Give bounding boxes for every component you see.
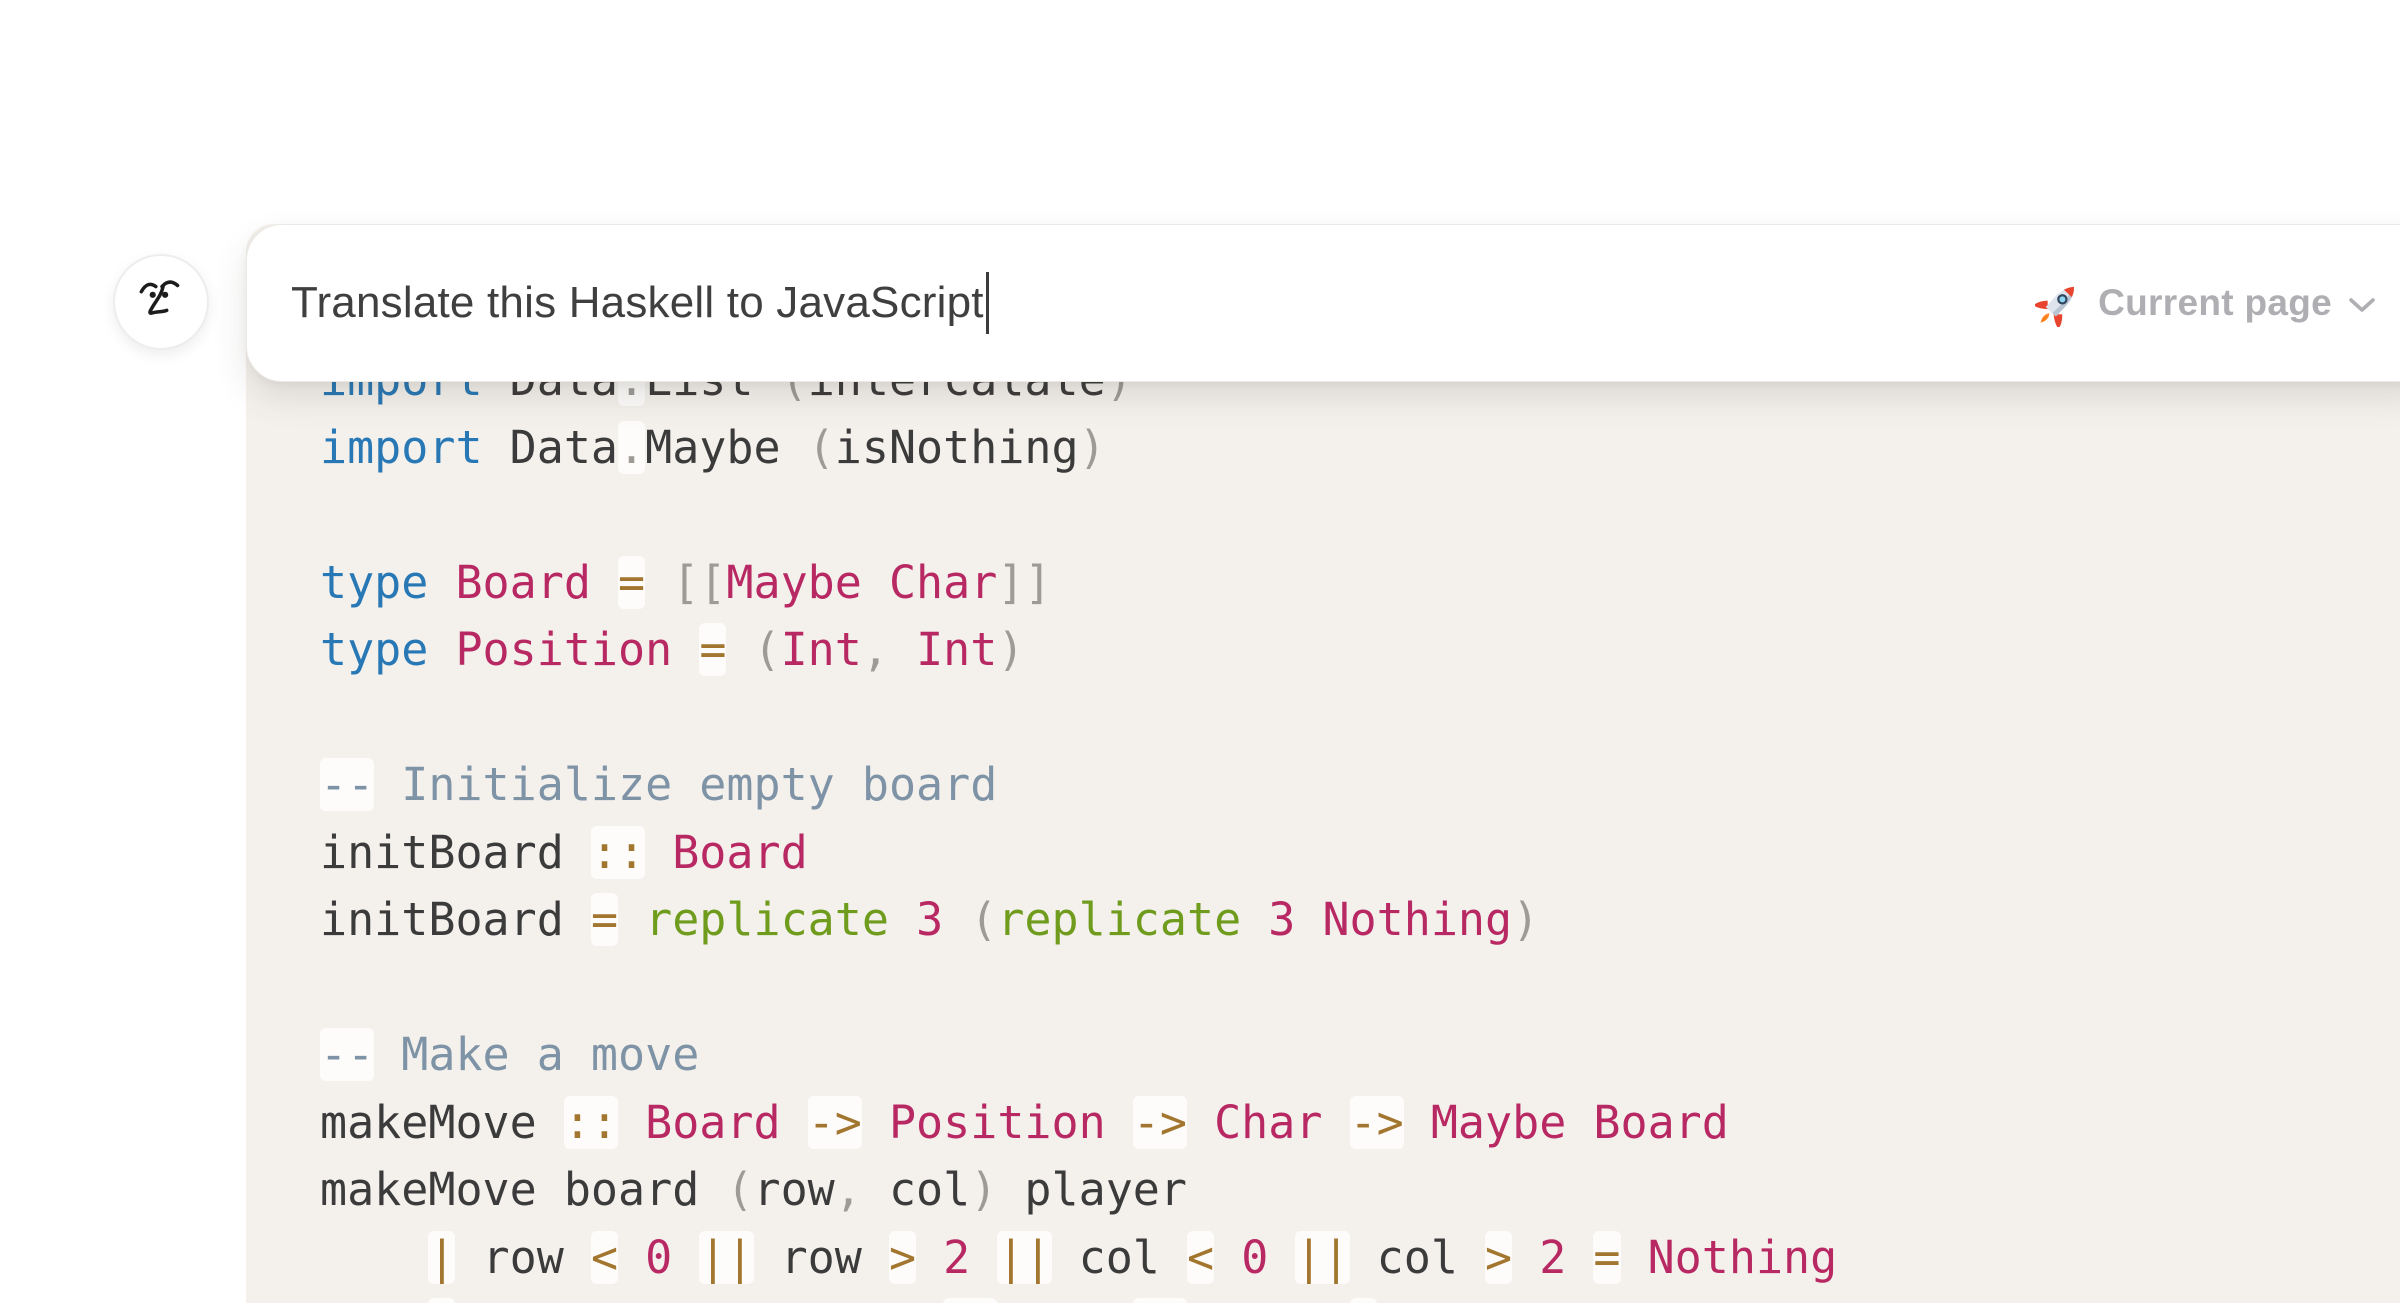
code-line: type Board = [[Maybe Char]] [320, 549, 1837, 617]
code-line: makeMove board (row, col) player [320, 1156, 1837, 1224]
assistant-logo-button[interactable] [113, 254, 209, 350]
code-line [320, 684, 1837, 752]
code-line: import Data.Maybe (isNothing) [320, 414, 1837, 482]
code-line: | row < 0 || row > 2 || col < 0 || col >… [320, 1224, 1837, 1292]
context-selector[interactable]: Current page [2035, 225, 2377, 381]
code-line: -- Initialize empty board [320, 751, 1837, 819]
context-selector-label: Current page [2098, 282, 2332, 324]
page-content-panel: import Data.List (intercalate)import Dat… [246, 224, 2400, 1303]
code-block: import Data.List (intercalate)import Dat… [320, 346, 1837, 1303]
code-line: initBoard :: Board [320, 819, 1837, 887]
text-caret [986, 272, 989, 334]
prompt-input[interactable]: Translate this Haskell to JavaScript [291, 225, 989, 381]
code-line: type Position = (Int, Int) [320, 616, 1837, 684]
squiggle-face-logo-icon [132, 271, 190, 334]
code-line: | isNothing (board !! row !! col) = Just… [320, 1291, 1837, 1303]
prompt-input-value: Translate this Haskell to JavaScript [291, 278, 984, 328]
code-line: initBoard = replicate 3 (replicate 3 Not… [320, 886, 1837, 954]
code-line: makeMove :: Board -> Position -> Char ->… [320, 1089, 1837, 1157]
assistant-input-bar: Translate this Haskell to JavaScript Cur… [246, 224, 2400, 382]
code-line: -- Make a move [320, 1021, 1837, 1089]
code-line [320, 954, 1837, 1022]
code-line [320, 481, 1837, 549]
chevron-down-icon [2347, 291, 2377, 315]
rocket-icon [2035, 279, 2083, 327]
